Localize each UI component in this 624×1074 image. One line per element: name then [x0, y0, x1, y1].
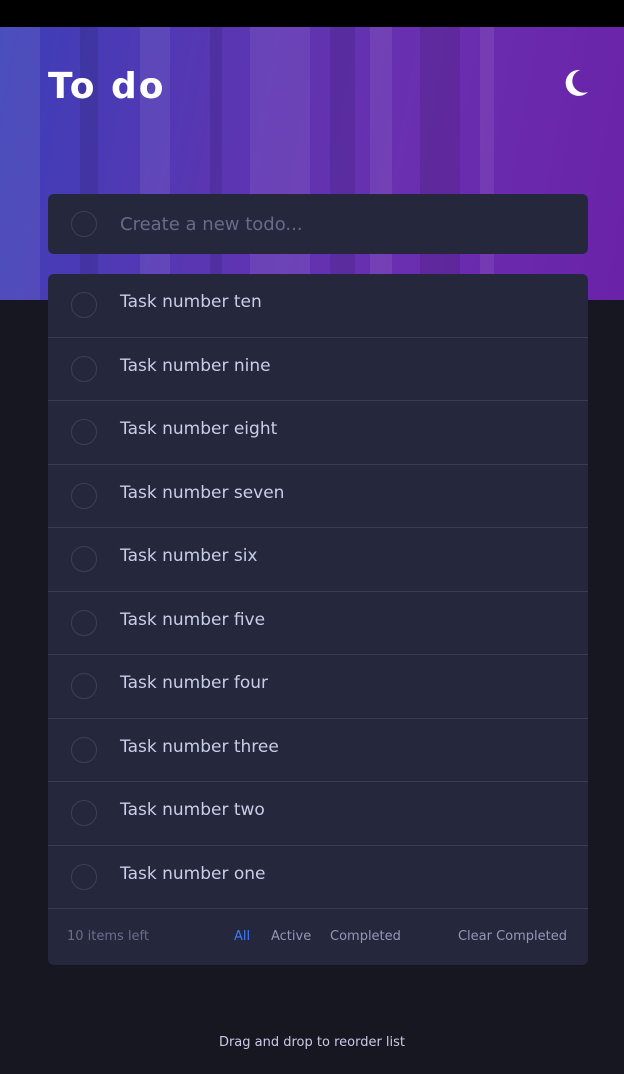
todo-checkbox[interactable]: [71, 736, 97, 763]
new-todo-bar: [48, 194, 588, 254]
todo-checkbox[interactable]: [71, 546, 97, 572]
filter-completed-button[interactable]: Completed: [330, 929, 401, 944]
todo-item[interactable]: Task number one: [48, 846, 588, 909]
todo-item[interactable]: Task number six: [48, 528, 588, 592]
todo-label: Task number six: [120, 546, 258, 566]
filter-all-button[interactable]: All: [234, 929, 250, 944]
todo-label: Task number seven: [120, 482, 285, 503]
todo-label: Task number five: [120, 609, 266, 630]
todo-item[interactable]: Task number seven: [48, 465, 588, 528]
todo-label: Task number four: [120, 673, 268, 693]
status-bar: [0, 0, 624, 27]
todo-checkbox[interactable]: [71, 419, 97, 445]
todo-label: Task number ten: [120, 292, 262, 312]
todo-item[interactable]: Task number ten: [48, 274, 588, 338]
todo-item[interactable]: Task number two: [48, 782, 588, 846]
todo-label: Task number one: [120, 863, 266, 884]
todo-item[interactable]: Task number three: [48, 719, 588, 782]
new-todo-checkbox[interactable]: [71, 211, 97, 237]
todo-checkbox[interactable]: [71, 673, 97, 699]
todo-checkbox[interactable]: [71, 863, 97, 890]
todo-footer: 10 items left All Active Completed Clear…: [48, 909, 588, 965]
todo-label: Task number nine: [120, 355, 271, 376]
todo-item[interactable]: Task number four: [48, 655, 588, 719]
todo-label: Task number eight: [120, 419, 278, 439]
todo-checkbox[interactable]: [71, 800, 97, 826]
clear-completed-button[interactable]: Clear Completed: [458, 929, 567, 944]
todo-label: Task number three: [120, 736, 279, 757]
page-title: To do: [48, 66, 166, 107]
todo-list: Task number ten Task number nine Task nu…: [48, 274, 588, 965]
todo-item[interactable]: Task number five: [48, 592, 588, 655]
moon-icon: [565, 69, 588, 96]
theme-toggle-button[interactable]: [558, 66, 592, 100]
todo-label: Task number two: [120, 800, 265, 820]
todo-item[interactable]: Task number eight: [48, 401, 588, 465]
new-todo-input[interactable]: [120, 209, 560, 239]
filter-active-button[interactable]: Active: [271, 929, 311, 944]
todo-checkbox[interactable]: [71, 292, 97, 318]
todo-checkbox[interactable]: [71, 609, 97, 636]
reorder-hint: Drag and drop to reorder list: [218, 1035, 406, 1050]
todo-checkbox[interactable]: [71, 355, 97, 382]
todo-item[interactable]: Task number nine: [48, 338, 588, 401]
items-left-count: 10 items left: [67, 929, 150, 944]
todo-checkbox[interactable]: [71, 482, 97, 509]
